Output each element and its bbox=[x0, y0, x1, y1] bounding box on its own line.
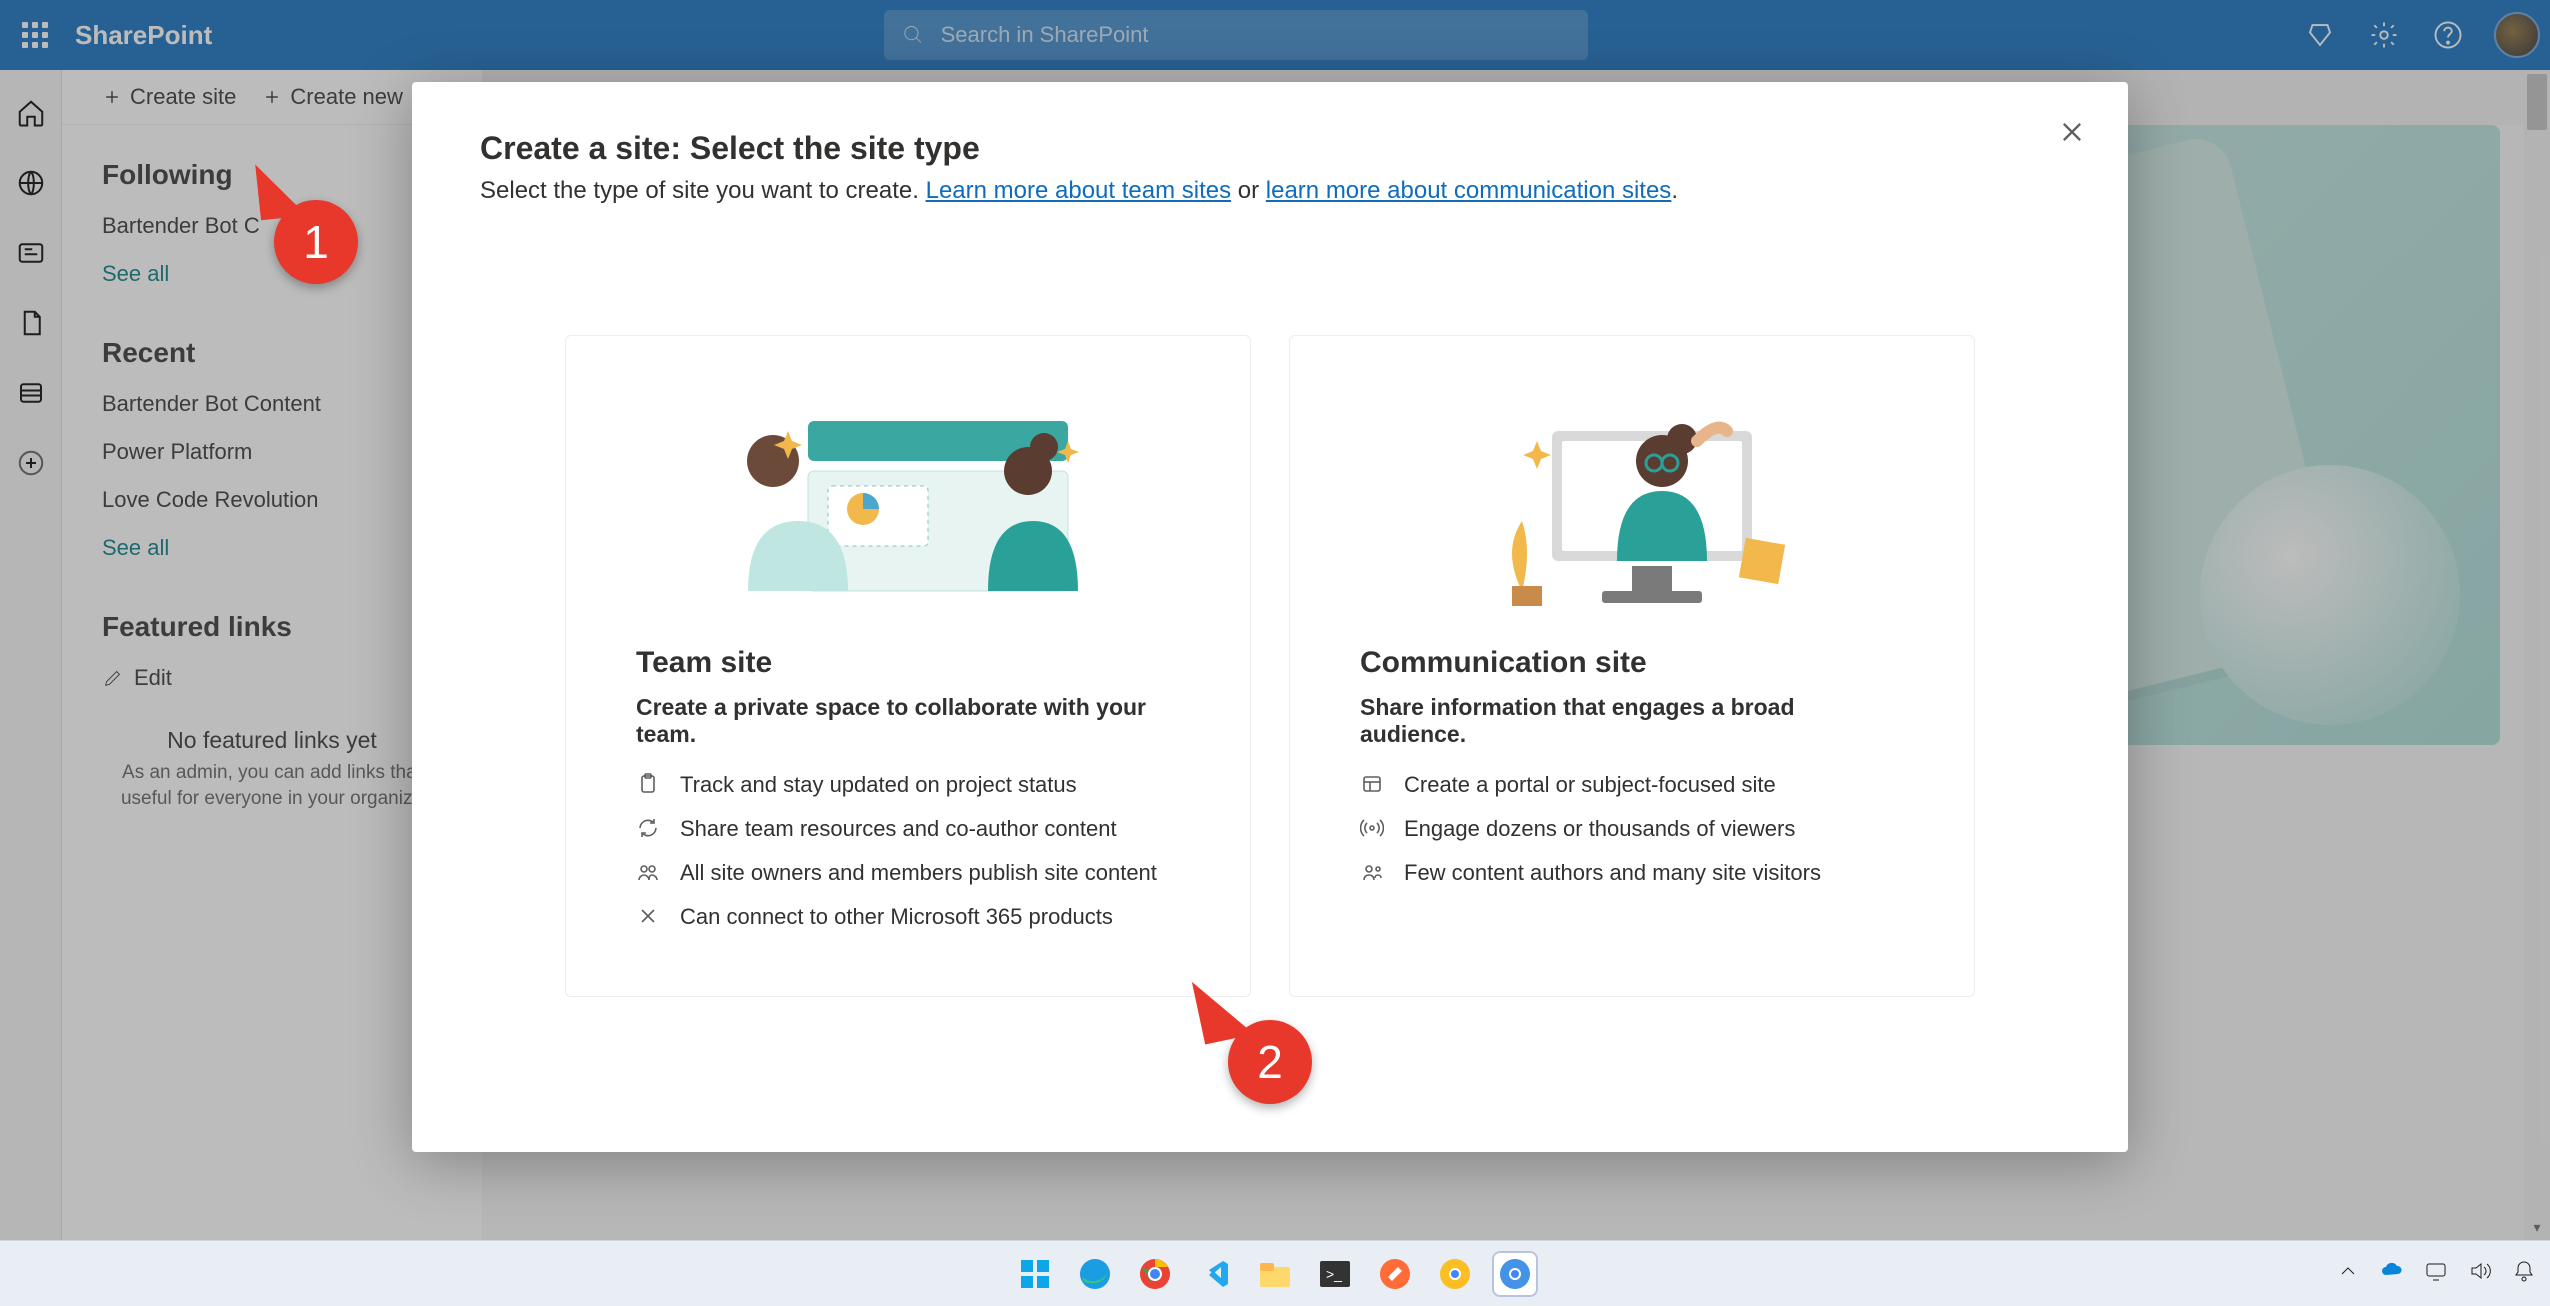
notification-bell-icon[interactable] bbox=[2512, 1259, 2536, 1288]
comm-feature: Few content authors and many site visito… bbox=[1360, 860, 1904, 886]
vscode-icon[interactable] bbox=[1192, 1251, 1238, 1297]
terminal-icon[interactable]: >_ bbox=[1312, 1251, 1358, 1297]
broadcast-icon bbox=[1360, 816, 1384, 840]
comm-feature: Create a portal or subject-focused site bbox=[1360, 772, 1904, 798]
clipboard-icon bbox=[636, 772, 660, 796]
site-type-cards: Team site Create a private space to coll… bbox=[480, 335, 2060, 997]
onedrive-icon[interactable] bbox=[2380, 1259, 2404, 1288]
close-icon bbox=[2058, 118, 2086, 146]
team-feature-label: Share team resources and co-author conte… bbox=[680, 816, 1117, 842]
comm-feature-label: Few content authors and many site visito… bbox=[1404, 860, 1821, 886]
edge-icon[interactable] bbox=[1072, 1251, 1118, 1297]
volume-icon[interactable] bbox=[2468, 1259, 2492, 1288]
annotation-callout-2: 2 bbox=[1228, 1020, 1312, 1104]
chrome-canary-icon[interactable] bbox=[1432, 1251, 1478, 1297]
layout-icon bbox=[1360, 772, 1384, 796]
comm-feature: Engage dozens or thousands of viewers bbox=[1360, 816, 1904, 842]
comm-feature-label: Create a portal or subject-focused site bbox=[1404, 772, 1776, 798]
dialog-sub-mid: or bbox=[1231, 177, 1266, 204]
team-site-illustration bbox=[636, 386, 1180, 616]
team-site-card[interactable]: Team site Create a private space to coll… bbox=[565, 335, 1251, 997]
dialog-close-button[interactable] bbox=[2052, 112, 2092, 152]
svg-text:>_: >_ bbox=[1326, 1266, 1342, 1282]
team-feature: Can connect to other Microsoft 365 produ… bbox=[636, 904, 1180, 930]
chrome-dev-icon[interactable] bbox=[1492, 1251, 1538, 1297]
annotation-callout-1: 1 bbox=[274, 200, 358, 284]
windows-taskbar: >_ bbox=[0, 1240, 2550, 1306]
communication-site-title: Communication site bbox=[1360, 646, 1904, 680]
learn-communication-sites-link[interactable]: learn more about communication sites bbox=[1266, 177, 1672, 204]
tray-monitor-icon[interactable] bbox=[2424, 1259, 2448, 1288]
start-button[interactable] bbox=[1012, 1251, 1058, 1297]
team-site-desc: Create a private space to collaborate wi… bbox=[636, 694, 1180, 748]
chrome-icon[interactable] bbox=[1132, 1251, 1178, 1297]
dialog-sub-post: . bbox=[1671, 177, 1678, 204]
windows-icon bbox=[1019, 1258, 1051, 1290]
learn-team-sites-link[interactable]: Learn more about team sites bbox=[926, 177, 1232, 204]
sync-icon bbox=[636, 816, 660, 840]
team-feature: All site owners and members publish site… bbox=[636, 860, 1180, 886]
file-explorer-icon[interactable] bbox=[1252, 1251, 1298, 1297]
team-feature-label: Can connect to other Microsoft 365 produ… bbox=[680, 904, 1113, 930]
team-feature: Track and stay updated on project status bbox=[636, 772, 1180, 798]
dialog-title: Create a site: Select the site type bbox=[480, 130, 2060, 167]
taskbar-center: >_ bbox=[1012, 1251, 1538, 1297]
communication-site-desc: Share information that engages a broad a… bbox=[1360, 694, 1904, 748]
team-feature: Share team resources and co-author conte… bbox=[636, 816, 1180, 842]
team-site-title: Team site bbox=[636, 646, 1180, 680]
callout-number: 1 bbox=[303, 215, 329, 269]
create-site-dialog: Create a site: Select the site type Sele… bbox=[412, 82, 2128, 1152]
people-icon bbox=[636, 860, 660, 884]
team-feature-label: Track and stay updated on project status bbox=[680, 772, 1077, 798]
tools-icon bbox=[636, 904, 660, 928]
dialog-subtitle: Select the type of site you want to crea… bbox=[480, 177, 2060, 205]
communication-site-illustration bbox=[1360, 386, 1904, 616]
taskbar-right bbox=[2336, 1259, 2536, 1288]
communication-site-card[interactable]: Communication site Share information tha… bbox=[1289, 335, 1975, 997]
dialog-sub-pre: Select the type of site you want to crea… bbox=[480, 177, 926, 204]
callout-number: 2 bbox=[1257, 1035, 1283, 1089]
tray-chevron-icon[interactable] bbox=[2336, 1259, 2360, 1288]
postman-icon[interactable] bbox=[1372, 1251, 1418, 1297]
comm-feature-label: Engage dozens or thousands of viewers bbox=[1404, 816, 1795, 842]
author-visitor-icon bbox=[1360, 860, 1384, 884]
team-feature-label: All site owners and members publish site… bbox=[680, 860, 1157, 886]
